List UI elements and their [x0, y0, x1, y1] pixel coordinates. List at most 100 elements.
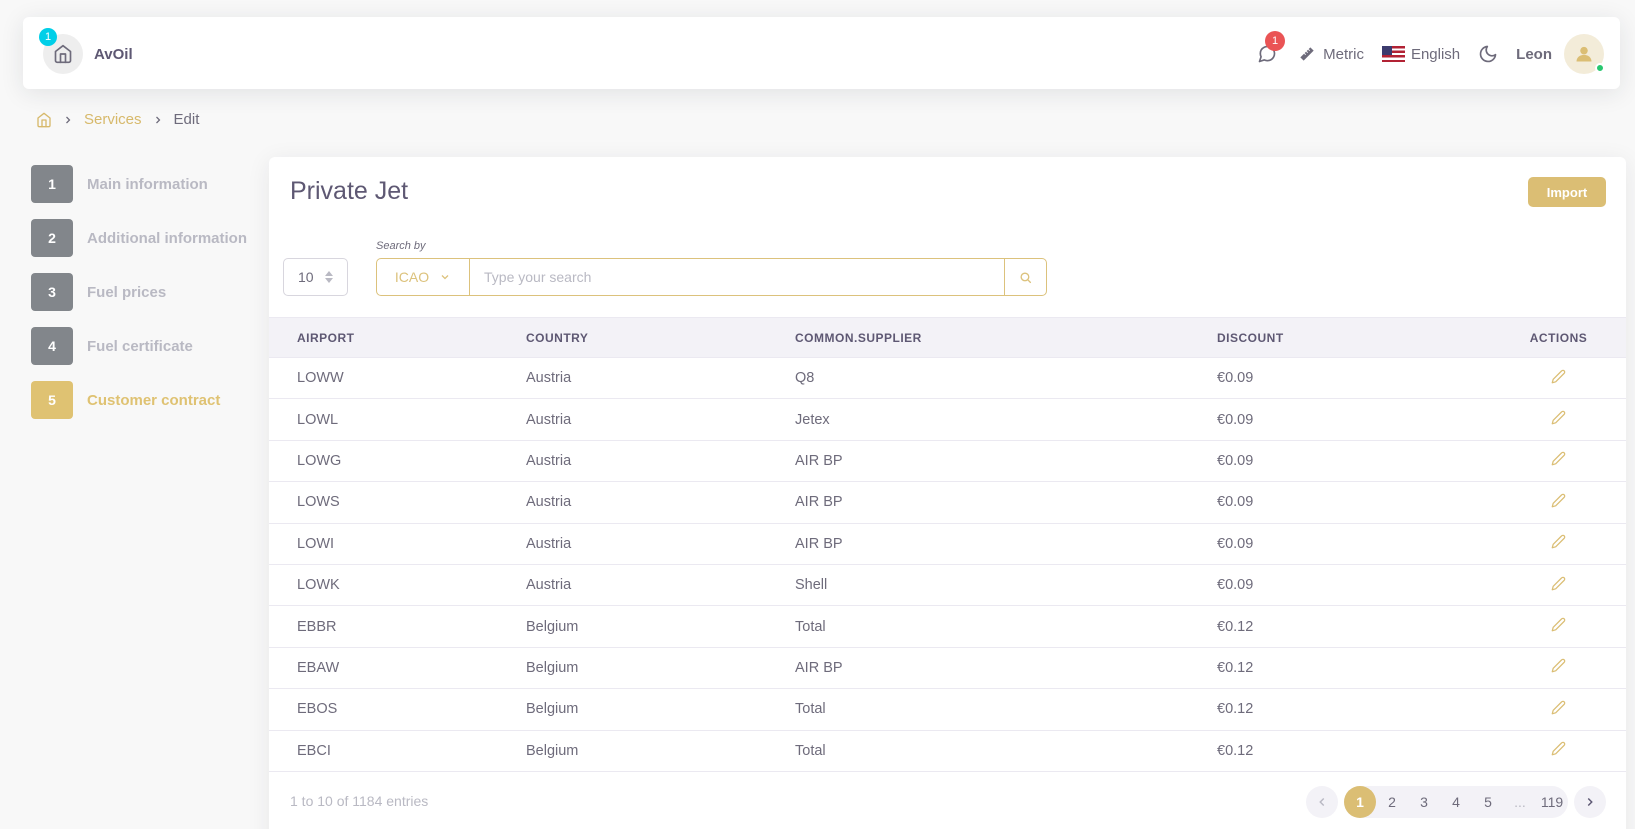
brand-name: AvOil	[94, 45, 133, 63]
step-fuel-prices[interactable]: 3 Fuel prices	[31, 273, 247, 311]
step-number: 2	[31, 219, 73, 257]
cell-country: Belgium	[526, 688, 795, 731]
search-by-select[interactable]: ICAO	[376, 258, 470, 296]
table-row: LOWK Austria Shell €0.09	[269, 564, 1626, 607]
edit-pencil-icon[interactable]	[1551, 658, 1566, 673]
cell-discount: €0.12	[1217, 647, 1505, 690]
column-header-airport[interactable]: AIRPORT	[269, 317, 526, 358]
notifications-button[interactable]: 1	[1255, 31, 1286, 66]
top-navbar: 1 AvOil 1 Metric English Leon	[23, 17, 1620, 89]
table-row: EBOS Belgium Total €0.12	[269, 688, 1626, 731]
avatar[interactable]	[1564, 34, 1605, 74]
online-status-dot	[1595, 63, 1605, 73]
breadcrumb: Services Edit	[36, 111, 199, 128]
edit-pencil-icon[interactable]	[1551, 451, 1566, 466]
search-group: ICAO	[376, 258, 1047, 296]
cell-discount: €0.09	[1217, 357, 1505, 400]
breadcrumb-services-link[interactable]: Services	[84, 111, 142, 128]
unit-system-label: Metric	[1323, 45, 1364, 63]
step-customer-contract[interactable]: 5 Customer contract	[31, 381, 247, 419]
search-icon	[1020, 271, 1032, 283]
cell-discount: €0.09	[1217, 398, 1505, 441]
table-row: EBCI Belgium Total €0.12	[269, 730, 1626, 772]
search-by-value: ICAO	[394, 269, 430, 285]
cell-discount: €0.12	[1217, 605, 1505, 648]
edit-pencil-icon[interactable]	[1551, 700, 1566, 715]
step-label: Fuel certificate	[87, 337, 193, 355]
home-badge: 1	[39, 28, 57, 46]
page-2-button[interactable]: 2	[1376, 786, 1408, 818]
breadcrumb-current: Edit	[173, 111, 200, 128]
cell-actions	[1505, 647, 1626, 690]
cell-country: Austria	[526, 440, 795, 483]
cell-discount: €0.09	[1217, 523, 1505, 565]
column-header-country[interactable]: COUNTRY	[526, 317, 795, 358]
cell-airport: LOWG	[269, 440, 526, 483]
theme-toggle[interactable]	[1478, 44, 1498, 64]
page-1-button[interactable]: 1	[1344, 786, 1376, 818]
home-icon	[54, 44, 72, 64]
search-input[interactable]	[470, 258, 1004, 296]
language-selector[interactable]: English	[1381, 45, 1461, 63]
page-5-button[interactable]: 5	[1472, 786, 1504, 818]
edit-pencil-icon[interactable]	[1551, 493, 1566, 508]
cell-airport: EBCI	[269, 730, 526, 772]
cell-country: Austria	[526, 398, 795, 441]
prev-page-button[interactable]	[1306, 786, 1338, 818]
ruler-icon	[1300, 47, 1314, 61]
edit-pencil-icon[interactable]	[1551, 617, 1566, 632]
column-header-discount[interactable]: DISCOUNT	[1217, 317, 1505, 358]
unit-system-toggle[interactable]: Metric	[1299, 46, 1364, 63]
cell-country: Belgium	[526, 647, 795, 690]
home-button[interactable]: 1	[39, 28, 83, 74]
page-last-button[interactable]: 119	[1536, 786, 1568, 818]
cell-supplier: AIR BP	[795, 481, 1217, 524]
cell-airport: EBBR	[269, 605, 526, 648]
table-row: LOWW Austria Q8 €0.09	[269, 357, 1626, 400]
table-row: LOWS Austria AIR BP €0.09	[269, 481, 1626, 524]
column-header-actions: ACTIONS	[1505, 317, 1626, 358]
import-button[interactable]: Import	[1528, 177, 1606, 207]
brand[interactable]: 1 AvOil	[39, 28, 133, 74]
step-main-information[interactable]: 1 Main information	[31, 165, 247, 203]
cell-discount: €0.09	[1217, 564, 1505, 607]
table-row: EBAW Belgium AIR BP €0.12	[269, 647, 1626, 690]
user-icon	[1576, 46, 1592, 62]
breadcrumb-home-link[interactable]	[36, 112, 52, 128]
edit-pencil-icon[interactable]	[1551, 410, 1566, 425]
step-fuel-certificate[interactable]: 4 Fuel certificate	[31, 327, 247, 365]
step-number: 5	[31, 381, 73, 419]
cell-airport: LOWK	[269, 564, 526, 607]
cell-supplier: AIR BP	[795, 647, 1217, 690]
cell-actions	[1505, 440, 1626, 483]
table-row: LOWG Austria AIR BP €0.09	[269, 440, 1626, 483]
column-header-supplier[interactable]: COMMON.SUPPLIER	[795, 317, 1217, 358]
page-3-button[interactable]: 3	[1408, 786, 1440, 818]
language-label: English	[1410, 45, 1461, 63]
page-4-button[interactable]: 4	[1440, 786, 1472, 818]
step-number: 3	[31, 273, 73, 311]
edit-pencil-icon[interactable]	[1551, 741, 1566, 756]
chevron-right-icon	[1587, 797, 1593, 807]
cell-supplier: Total	[795, 688, 1217, 731]
edit-pencil-icon[interactable]	[1551, 534, 1566, 549]
page-length-select[interactable]: 10	[283, 258, 348, 296]
page-ellipsis: ...	[1514, 794, 1526, 810]
cell-country: Belgium	[526, 605, 795, 648]
edit-pencil-icon[interactable]	[1551, 369, 1566, 384]
edit-pencil-icon[interactable]	[1551, 576, 1566, 591]
user-name[interactable]: Leon	[1516, 46, 1552, 63]
search-button[interactable]	[1004, 258, 1047, 296]
cell-country: Belgium	[526, 730, 795, 772]
us-flag-icon	[1381, 46, 1405, 62]
home-icon	[37, 112, 51, 127]
page-list: 1 2 3 4 5 ... 119	[1344, 786, 1568, 818]
step-label: Fuel prices	[87, 283, 167, 301]
step-label: Additional information	[87, 229, 247, 247]
moon-icon	[1479, 45, 1497, 63]
cell-airport: EBOS	[269, 688, 526, 731]
step-additional-information[interactable]: 2 Additional information	[31, 219, 247, 257]
next-page-button[interactable]	[1574, 786, 1606, 818]
pagination: 1 2 3 4 5 ... 119	[1306, 786, 1606, 818]
cell-actions	[1505, 523, 1626, 565]
